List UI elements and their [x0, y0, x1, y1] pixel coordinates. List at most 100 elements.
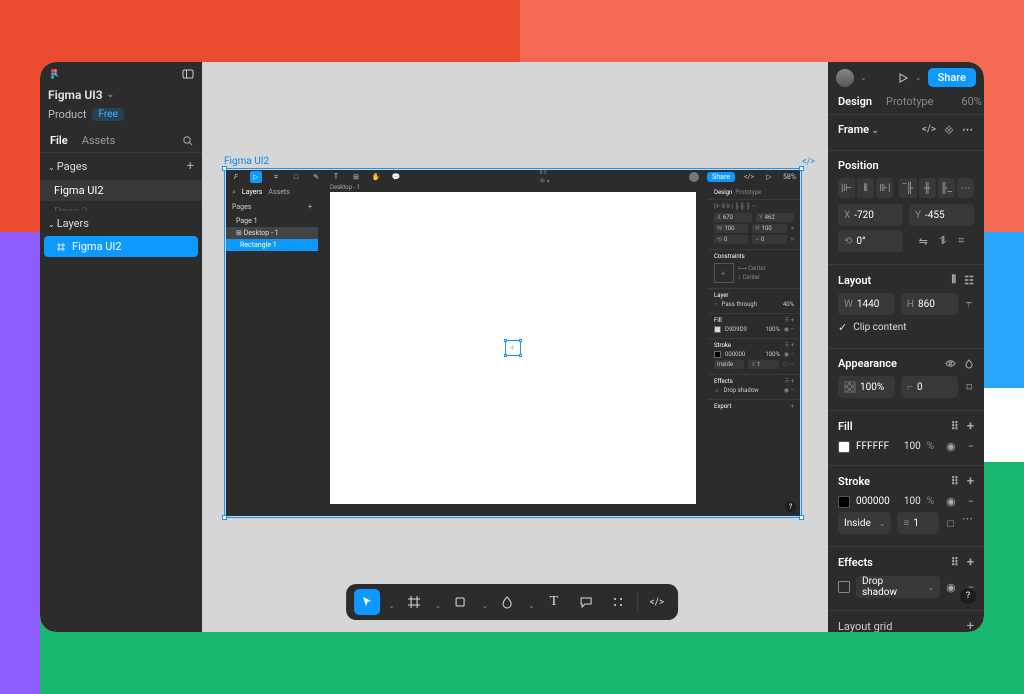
w-input[interactable]: W1440	[838, 293, 895, 315]
pages-header[interactable]: Pages	[57, 160, 88, 173]
autolayout-v-icon[interactable]: ☷	[964, 273, 974, 287]
clip-checkbox[interactable]: ✓	[838, 321, 847, 334]
h-input[interactable]: H860	[901, 293, 958, 315]
embedded-canvas[interactable]: Desktop - 1 +	[318, 170, 708, 516]
chevron-down-icon[interactable]: ⌄	[860, 73, 867, 82]
add-fill-icon[interactable]: +	[967, 419, 974, 434]
x-input[interactable]: X-720	[838, 204, 903, 226]
effect-select[interactable]: Drop shadow⌄	[856, 576, 940, 598]
chevron-down-icon[interactable]: ⌄	[54, 70, 61, 79]
add-page-icon[interactable]: +	[308, 203, 312, 211]
align-icons[interactable]: ⫴ ⫲ ◈ ◐	[540, 171, 552, 183]
pages-header[interactable]: Pages	[232, 203, 251, 211]
chevron-down-icon[interactable]	[386, 593, 395, 612]
present-icon[interactable]	[897, 72, 909, 84]
tab-layers[interactable]: Layers	[242, 188, 263, 197]
remove-fill-icon[interactable]: −	[968, 440, 974, 453]
comment-tool-icon[interactable]	[573, 589, 599, 615]
hand-tool-icon[interactable]: ✋	[370, 171, 382, 183]
autolayout-h-icon[interactable]: ⫴	[952, 273, 957, 287]
y-input[interactable]: Y-455	[909, 204, 974, 226]
help-icon[interactable]: ?	[785, 501, 796, 512]
align-vcenter-icon[interactable]: ╫	[919, 178, 936, 198]
help-icon[interactable]: ?	[960, 588, 976, 604]
align-right-icon[interactable]: ⊪|	[876, 178, 893, 198]
dev-mode-icon[interactable]: </>	[743, 171, 755, 183]
more-align-icon[interactable]: ⋯	[957, 178, 974, 198]
avatar[interactable]	[689, 172, 699, 182]
text-tool-icon[interactable]: T	[330, 171, 342, 183]
layer-item-selected[interactable]: Rectangle 1	[226, 239, 318, 251]
add-page-icon[interactable]: +	[187, 159, 194, 174]
shape-tool-icon[interactable]: □	[290, 171, 302, 183]
frame-tool-icon[interactable]	[401, 589, 427, 615]
move-tool-icon[interactable]: ▷	[250, 171, 262, 183]
file-name[interactable]: Figma UI3⌄	[40, 86, 202, 108]
add-effect-icon[interactable]: +	[967, 555, 974, 570]
add-grid-icon[interactable]: +	[967, 619, 974, 632]
figma-logo-icon[interactable]: 𝘍	[230, 171, 242, 183]
remove-stroke-icon[interactable]: −	[968, 495, 974, 508]
page-item[interactable]: Figma UI2	[40, 180, 202, 201]
stroke-weight-input[interactable]: ≡1	[897, 512, 939, 534]
stroke-position-select[interactable]: Inside⌄	[838, 512, 891, 534]
flip-v-icon[interactable]: ⥮	[939, 234, 947, 248]
code-icon[interactable]: </>	[802, 157, 815, 167]
flip-h-icon[interactable]: ⇋	[919, 235, 928, 248]
share-button[interactable]: Share	[707, 172, 735, 182]
chevron-down-icon[interactable]: ⌄	[48, 220, 55, 229]
panel-toggle-icon[interactable]	[182, 68, 194, 80]
styles-icon[interactable]: ⠿	[951, 555, 959, 570]
pen-tool-icon[interactable]: ✎	[310, 171, 322, 183]
visibility-icon[interactable]: ◉	[946, 495, 956, 508]
pen-tool-icon[interactable]	[494, 589, 520, 615]
y-input[interactable]: Y462	[756, 213, 794, 222]
constraints-widget[interactable]: +	[714, 263, 734, 283]
comment-tool-icon[interactable]: 💬	[390, 171, 402, 183]
resources-icon[interactable]: ⊞	[350, 171, 362, 183]
page-item[interactable]: Page 1	[226, 215, 318, 227]
dev-mode-icon[interactable]: </>	[644, 589, 670, 615]
effect-swatch[interactable]	[838, 581, 850, 593]
more-icon[interactable]: ⋯	[962, 123, 974, 136]
corner-input[interactable]: ⌐0	[901, 376, 958, 398]
stroke-more-icon[interactable]: ⋯	[962, 512, 974, 534]
tab-assets[interactable]: Assets	[82, 134, 116, 147]
align-left-icon[interactable]: |⊩	[838, 178, 855, 198]
layout-grid-label[interactable]: Layout grid	[838, 620, 892, 632]
layer-item[interactable]: ⊞ Desktop - 1	[226, 227, 318, 239]
share-button[interactable]: Share	[928, 68, 976, 87]
search-icon[interactable]: ⌕	[232, 188, 236, 197]
corner-input[interactable]: ⌐0	[752, 235, 786, 244]
present-icon[interactable]: ▷	[763, 171, 775, 183]
rotation-input[interactable]: ⟲0	[714, 235, 748, 244]
styles-icon[interactable]: ⠿	[951, 474, 959, 489]
move-tool-icon[interactable]	[354, 589, 380, 615]
tab-prototype[interactable]: Prototype	[886, 95, 933, 108]
tab-assets[interactable]: Assets	[268, 188, 289, 197]
visibility-icon[interactable]: ◉	[946, 581, 956, 594]
artboard[interactable]: +	[330, 192, 696, 504]
avatar[interactable]	[836, 69, 854, 87]
chevron-down-icon[interactable]	[433, 593, 442, 612]
fill-hex[interactable]: FFFFFF	[856, 441, 889, 452]
export-label[interactable]: Export	[714, 403, 731, 410]
opacity-input[interactable]: 100%	[838, 376, 895, 398]
visibility-icon[interactable]	[945, 358, 956, 369]
breadcrumb[interactable]: Product	[48, 108, 86, 121]
h-input[interactable]: H100	[752, 224, 786, 233]
align-top-icon[interactable]: ‾╟	[899, 178, 916, 198]
corner-detail-icon[interactable]: ⌑	[964, 376, 974, 398]
layer-item-selected[interactable]: Figma UI2	[44, 236, 198, 257]
rotation-input[interactable]: ⟲0°	[838, 230, 903, 252]
chevron-down-icon[interactable]	[526, 593, 535, 612]
frame-tool-icon[interactable]: ⌗	[270, 171, 282, 183]
align-bottom-icon[interactable]: ╟_	[938, 178, 955, 198]
fill-opacity[interactable]: 100	[904, 441, 921, 452]
chevron-down-icon[interactable]: ⌄	[48, 163, 55, 172]
selection-label[interactable]: Figma UI2	[224, 156, 269, 167]
code-icon[interactable]: </>	[922, 124, 936, 135]
stroke-opacity[interactable]: 100	[904, 496, 921, 507]
chevron-down-icon[interactable]: ⌄	[915, 73, 922, 82]
page-item[interactable]: Page 2	[40, 201, 202, 211]
